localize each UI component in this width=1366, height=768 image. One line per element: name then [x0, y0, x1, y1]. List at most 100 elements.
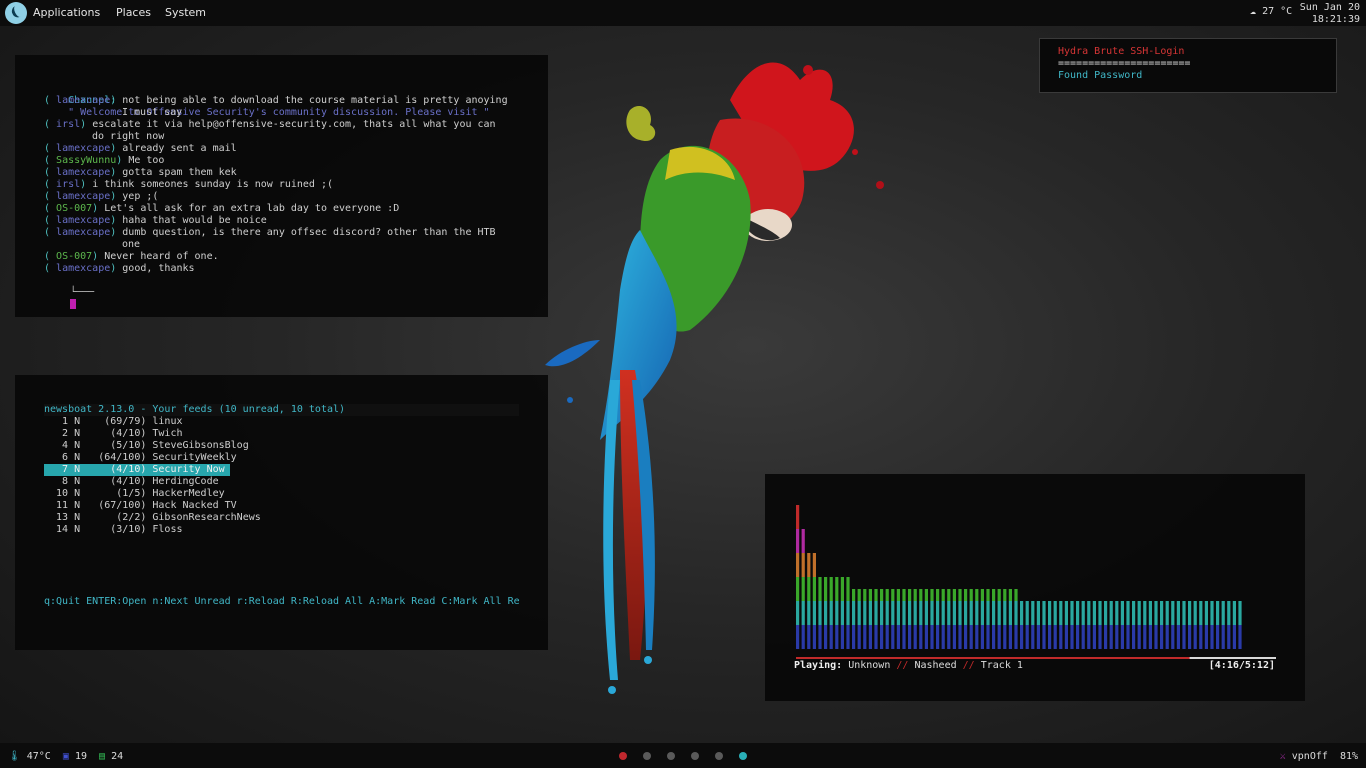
irc-prompt[interactable]: └───: [46, 275, 94, 324]
spectrum-bar-segment: [807, 601, 811, 613]
spectrum-bar-segment: [868, 637, 872, 649]
spectrum-bar-segment: [1031, 613, 1035, 625]
spectrum-bar-segment: [1137, 625, 1141, 637]
spectrum-bar-segment: [1199, 613, 1203, 625]
spectrum-bar-segment: [1188, 613, 1192, 625]
spectrum-bar-segment: [1171, 613, 1175, 625]
spectrum-bar-segment: [1227, 625, 1231, 637]
irc-nick: lamexcape: [56, 263, 111, 274]
spectrum-bar-segment: [846, 625, 850, 637]
spectrum-bar-segment: [1143, 601, 1147, 613]
spectrum-bar-segment: [1137, 601, 1141, 613]
spectrum-bar-segment: [1076, 613, 1080, 625]
feed-count: (1/5): [80, 488, 153, 499]
workspace-dot[interactable]: [667, 752, 675, 760]
workspace-dot[interactable]: [643, 752, 651, 760]
workspace-dot[interactable]: [619, 752, 627, 760]
menu-applications[interactable]: Applications: [33, 6, 100, 19]
spectrum-bar-segment: [796, 613, 800, 625]
clock[interactable]: Sun Jan 20 18:21:39: [1300, 2, 1360, 26]
spectrum-bar-segment: [958, 637, 962, 649]
spectrum-bar-segment: [840, 589, 844, 601]
spectrum-bar-segment: [829, 613, 833, 625]
spectrum-bar-segment: [824, 637, 828, 649]
spectrum-bar-segment: [840, 613, 844, 625]
spectrum-bar-segment: [857, 625, 861, 637]
workspace-dot[interactable]: [739, 752, 747, 760]
irc-nick-open: (: [44, 203, 57, 214]
spectrum-bar-segment: [1025, 601, 1029, 613]
feed-item[interactable]: 14 N (3/10) Floss: [44, 524, 230, 536]
spectrum-bar-segment: [986, 613, 990, 625]
spectrum-bar-segment: [1036, 637, 1040, 649]
feed-item[interactable]: 13 N (2/2) GibsonResearchNews: [44, 512, 261, 524]
spectrum-bar-segment: [1064, 637, 1068, 649]
feed-item[interactable]: 6 N (64/100) SecurityWeekly: [44, 452, 237, 464]
feed-item[interactable]: 11 N (67/100) Hack Nacked TV: [44, 500, 237, 512]
spectrum-bar-segment: [1176, 601, 1180, 613]
irc-message-text: already sent a mail: [122, 143, 237, 154]
vpn-status[interactable]: vpnOff: [1292, 751, 1328, 762]
feed-item[interactable]: 10 N (1/5) HackerMedley: [44, 488, 230, 500]
feed-item[interactable]: 7 N (4/10) Security Now: [44, 464, 230, 476]
irc-nick-open: (: [44, 263, 57, 274]
feed-name: Twich: [152, 428, 183, 439]
spectrum-bar-segment: [908, 625, 912, 637]
menu-system[interactable]: System: [165, 6, 206, 19]
spectrum-bar-segment: [1204, 613, 1208, 625]
spectrum-bar-segment: [1104, 625, 1108, 637]
irc-message: ( lamexcape) already sent a mail: [44, 143, 237, 155]
spectrum-bar-segment: [852, 589, 856, 601]
spectrum-bar-segment: [835, 589, 839, 601]
spectrum-bar-segment: [975, 613, 979, 625]
spectrum-bar-segment: [824, 625, 828, 637]
spectrum-bar-segment: [1216, 625, 1220, 637]
newsboat-terminal-pane[interactable]: newsboat 2.13.0 - Your feeds (10 unread,…: [15, 375, 548, 650]
irc-terminal-pane[interactable]: Channel: " Welcome to Offensive Security…: [15, 55, 548, 317]
spectrum-bar-segment: [1109, 625, 1113, 637]
spectrum-bar-segment: [1227, 637, 1231, 649]
irc-nick: OS-007: [56, 251, 93, 262]
feed-number: 6: [44, 452, 75, 463]
spectrum-bar-segment: [846, 577, 850, 589]
spectrum-bar-segment: [1059, 613, 1063, 625]
spectrum-bar-segment: [1098, 601, 1102, 613]
spectrum-bar-segment: [1216, 637, 1220, 649]
workspace-dot[interactable]: [715, 752, 723, 760]
spectrum-bar-segment: [868, 613, 872, 625]
irc-message: ( lamexcape) dumb question, is there any…: [44, 227, 496, 239]
spectrum-bar-segment: [952, 601, 956, 613]
feed-count: (2/2): [80, 512, 153, 523]
feed-item[interactable]: 8 N (4/10) HerdingCode: [44, 476, 230, 488]
spectrum-bar-segment: [997, 601, 1001, 613]
spectrum-bar-segment: [1132, 625, 1136, 637]
spectrum-bar-segment: [924, 601, 928, 613]
spectrum-bar-segment: [1154, 637, 1158, 649]
spectrum-bar-segment: [1014, 625, 1018, 637]
kali-logo-icon[interactable]: [5, 2, 27, 24]
feed-item[interactable]: 2 N (4/10) Twich: [44, 428, 230, 440]
weather-indicator[interactable]: ☁ 27 °C: [1250, 6, 1292, 17]
feed-item[interactable]: 1 N (69/79) linux: [44, 416, 230, 428]
workspace-dot[interactable]: [691, 752, 699, 760]
spectrum-bar-segment: [874, 613, 878, 625]
spectrum-bar-segment: [1182, 601, 1186, 613]
feed-item[interactable]: 4 N (5/10) SteveGibsonsBlog: [44, 440, 249, 452]
menu-places[interactable]: Places: [116, 6, 151, 19]
irc-nick: irsl: [56, 119, 81, 130]
music-visualizer-pane[interactable]: Playing: Unknown // Nasheed // Track 1 […: [765, 474, 1305, 701]
spectrum-bar-segment: [986, 601, 990, 613]
spectrum-bar-segment: [812, 613, 816, 625]
spectrum-bar-segment: [902, 601, 906, 613]
spectrum-bar-segment: [975, 637, 979, 649]
spectrum-bar-segment: [919, 625, 923, 637]
spectrum-bar-segment: [1171, 625, 1175, 637]
spectrum-bar-segment: [840, 601, 844, 613]
track-time: [4:16/5:12]: [1208, 660, 1275, 671]
irc-message-continuation: one: [122, 239, 141, 250]
spectrum-bar-segment: [969, 613, 973, 625]
spectrum-bar-segment: [997, 613, 1001, 625]
spectrum-bar-segment: [1115, 601, 1119, 613]
feed-number: 7: [44, 464, 75, 475]
spectrum-bar-segment: [818, 589, 822, 601]
